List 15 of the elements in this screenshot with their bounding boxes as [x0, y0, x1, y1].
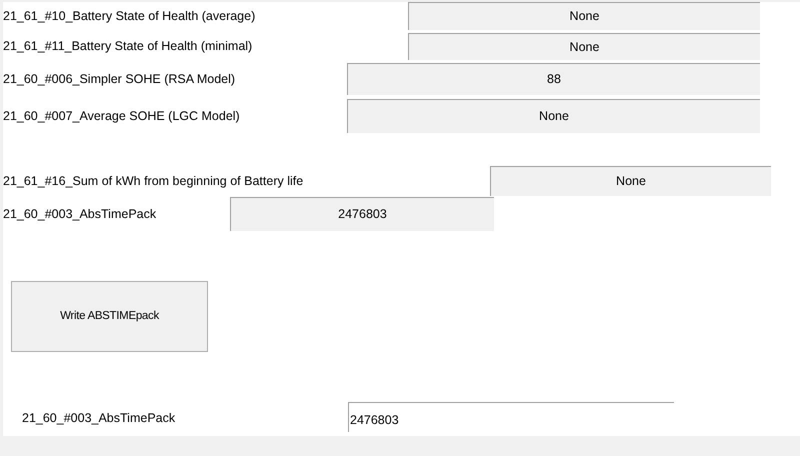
- input-field[interactable]: 2476803: [348, 402, 674, 432]
- field-label: 21_60_#003_AbsTimePack: [3, 206, 158, 223]
- field-label: 21_60_#006_Simpler SOHE (RSA Model): [3, 70, 236, 88]
- field-label: 21_60_#007_Average SOHE (LGC Model): [3, 108, 241, 125]
- value-field: 2476803: [230, 197, 494, 231]
- field-label: 21_61_#10_Battery State of Health (average): [3, 8, 256, 25]
- field-label: 21_60_#003_AbsTimePack: [21, 410, 176, 427]
- value-field: None: [408, 33, 760, 60]
- value-field: None: [408, 2, 760, 30]
- write-button[interactable]: Write ABSTIMEpack: [11, 281, 208, 352]
- value-field: None: [347, 99, 760, 133]
- value-field: 88: [347, 63, 760, 95]
- field-label: 21_61_#16_Sum of kWh from beginning of Battery life: [3, 172, 304, 190]
- value-field: None: [490, 166, 771, 196]
- field-label: 21_61_#11_Battery State of Health (minimal): [3, 38, 254, 56]
